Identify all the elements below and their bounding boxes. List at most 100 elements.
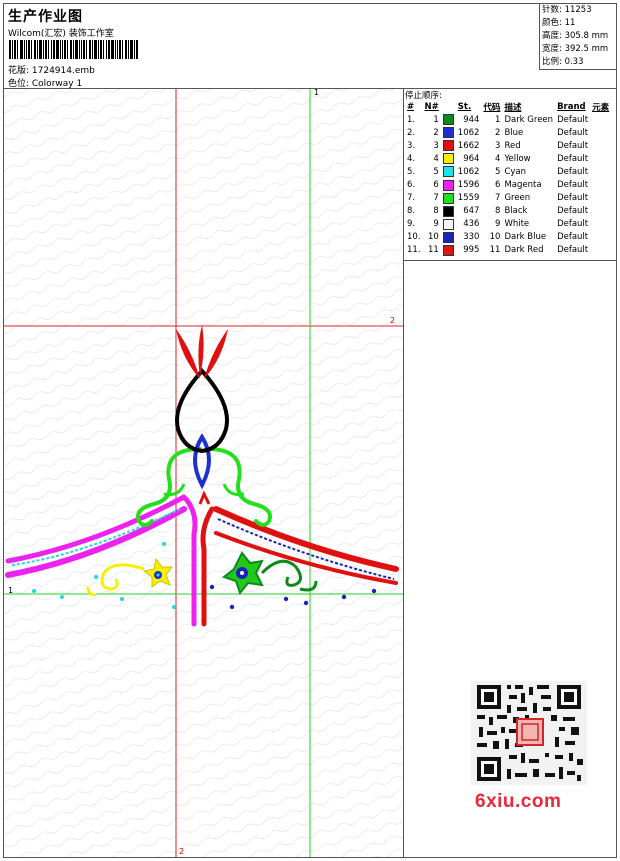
color-cell-element [590, 231, 611, 244]
color-swatch-cell [441, 178, 456, 191]
color-cell-st: 944 [463, 114, 480, 125]
color-cell-st: 330 [463, 232, 480, 243]
color-swatch-cell [441, 192, 456, 205]
color-swatch [442, 114, 454, 126]
color-cell-element [590, 218, 611, 231]
color-cell-idx: 4. [407, 153, 416, 164]
blue-dot [209, 584, 215, 590]
stat-scale: 比例: 0.33 [542, 57, 584, 67]
color-swatch-cell [441, 126, 456, 139]
column-header: 代码 [483, 102, 501, 113]
color-cell-code: 3 [495, 140, 501, 151]
color-swatch [442, 218, 454, 230]
column-header: St. [457, 101, 472, 112]
stat-height: 高度: 305.8 mm [542, 31, 609, 41]
color-swatch-cell [441, 218, 456, 231]
color-cell-element [590, 139, 611, 152]
color-cell-brand: Default [557, 114, 589, 125]
stat-colors: 颜色: 11 [542, 18, 576, 28]
color-cell-code: 4 [495, 153, 501, 164]
header: 生产作业图 Wilcom(汇宏) 装饰工作室 花版: 1724914.emb 色… [3, 3, 617, 89]
color-cell-element [590, 165, 611, 178]
color-row: 8. 8 647 8 Black Default [405, 205, 611, 218]
color-row: 10. 10 330 10 Dark Blue Default [405, 231, 611, 244]
color-swatch-cell [441, 205, 456, 218]
cyan-dot [172, 605, 176, 609]
column-header: Brand [557, 101, 586, 112]
color-swatch [442, 153, 454, 165]
barcode-icon [9, 40, 138, 59]
color-cell-n: 2 [433, 127, 439, 138]
color-cell-idx: 3. [407, 140, 416, 151]
embroidery-design [4, 89, 403, 857]
color-cell-desc: Magenta [504, 180, 542, 191]
blue-dot [303, 600, 309, 606]
stat-width: 宽度: 392.5 mm [542, 44, 609, 54]
color-cell-element [590, 205, 611, 218]
qr-code-icon [471, 681, 587, 785]
color-cell-idx: 7. [407, 193, 416, 204]
color-cell-st: 1596 [457, 180, 480, 191]
color-cell-desc: Black [504, 206, 528, 217]
color-cell-element [590, 244, 611, 257]
color-cell-idx: 11. [407, 245, 421, 256]
color-cell-code: 11 [489, 245, 501, 256]
color-swatch-cell [441, 165, 456, 178]
color-cell-code: 10 [489, 232, 501, 243]
color-cell-n: 8 [433, 206, 439, 217]
column-header: 描述 [504, 102, 522, 113]
colorway: 色位: Colorway 1 [8, 79, 83, 89]
color-cell-n: 7 [433, 193, 439, 204]
color-cell-code: 7 [495, 193, 501, 204]
stat-stitches: 针数: 11253 [542, 5, 592, 15]
company-name: Wilcom(汇宏) 装饰工作室 [8, 29, 114, 39]
color-cell-idx: 1. [407, 114, 416, 125]
color-row: 9. 9 436 9 White Default [405, 218, 611, 231]
color-cell-st: 964 [463, 153, 480, 164]
color-cell-element [590, 126, 611, 139]
blue-dot [283, 596, 289, 602]
color-cell-code: 8 [495, 206, 501, 217]
color-cell-idx: 5. [407, 166, 416, 177]
color-cell-brand: Default [557, 127, 589, 138]
color-cell-brand: Default [557, 193, 589, 204]
color-cell-brand: Default [557, 206, 589, 217]
column-header: N# [424, 101, 439, 112]
color-swatch [442, 231, 454, 243]
color-cell-idx: 9. [407, 219, 416, 230]
color-cell-code: 1 [495, 114, 501, 125]
color-cell-element [590, 113, 611, 126]
color-swatch-cell [441, 231, 456, 244]
color-row: 11. 11 995 11 Dark Red Default [405, 244, 611, 257]
column-header: 元素 [592, 102, 610, 113]
color-cell-desc: Blue [504, 127, 524, 138]
color-swatch [442, 244, 454, 256]
color-row: 2. 2 1062 2 Blue Default [405, 126, 611, 139]
color-swatch-cell [441, 113, 456, 126]
color-cell-desc: Yellow [504, 153, 531, 164]
watermark-brand: 6xiu.com [475, 791, 562, 812]
color-cell-brand: Default [557, 245, 589, 256]
color-cell-n: 4 [433, 153, 439, 164]
cyan-dot [60, 595, 64, 599]
color-cell-n: 1 [433, 114, 439, 125]
color-row: 6. 6 1596 6 Magenta Default [405, 178, 611, 191]
color-cell-code: 6 [495, 180, 501, 191]
color-cell-n: 10 [427, 232, 439, 243]
color-cell-st: 1662 [457, 140, 480, 151]
color-cell-st: 436 [463, 219, 480, 230]
guide-label-green-horizontal: 1 [8, 586, 14, 595]
color-cell-code: 2 [495, 127, 501, 138]
color-cell-st: 995 [463, 245, 480, 256]
color-cell-brand: Default [557, 180, 589, 191]
color-swatch [442, 140, 454, 152]
page-title: 生产作业图 [8, 9, 83, 25]
design-canvas: 1 1 2 2 [4, 89, 404, 857]
stats-box: 针数: 11253 颜色: 11 高度: 305.8 mm 宽度: 392.5 … [539, 3, 617, 70]
color-cell-n: 6 [433, 180, 439, 191]
color-swatch-cell [441, 139, 456, 152]
color-cell-desc: Dark Blue [504, 232, 547, 243]
color-swatch-cell [441, 152, 456, 165]
fabric-texture [4, 89, 403, 857]
color-row: 1. 1 944 1 Dark Green Default [405, 113, 611, 126]
